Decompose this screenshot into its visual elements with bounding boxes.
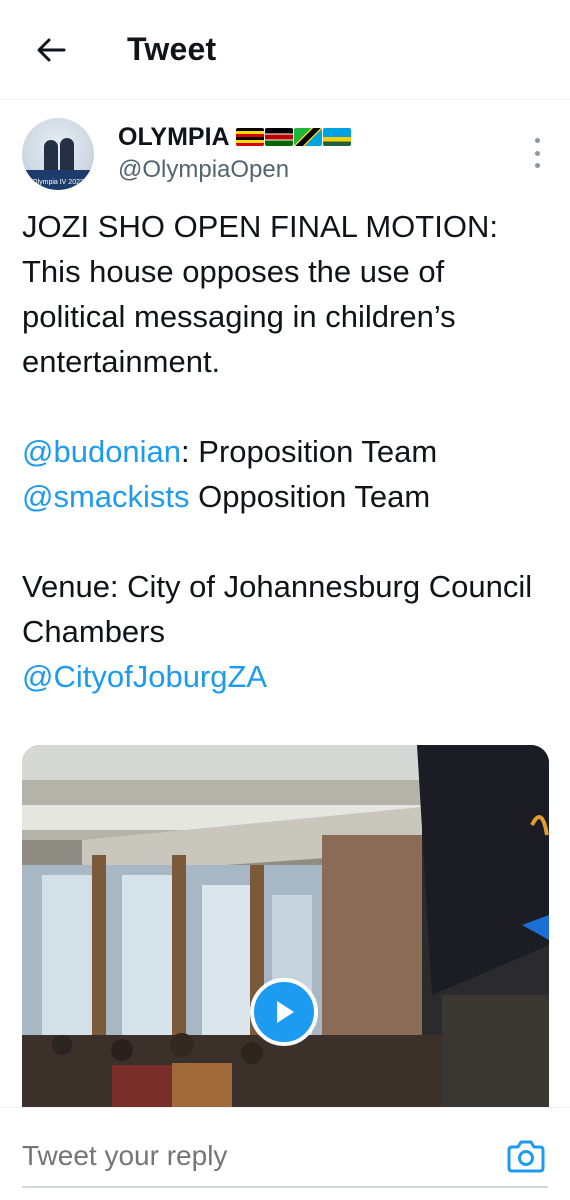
reply-input[interactable]: [22, 1140, 482, 1172]
proposition-label: : Proposition Team: [181, 434, 438, 469]
play-button[interactable]: [250, 978, 318, 1046]
dot-icon: [534, 138, 540, 143]
camera-button[interactable]: [506, 1138, 546, 1174]
tweet-author-row: Olympia IV 2022 OLYMPIA @OlympiaOpen: [22, 118, 548, 190]
user-handle[interactable]: @OlympiaOpen: [118, 156, 351, 184]
more-options-button[interactable]: [532, 138, 542, 168]
opposition-label: Opposition Team: [189, 479, 431, 514]
arrow-left-icon: [37, 38, 66, 61]
avatar-caption: Olympia IV 2022: [32, 179, 84, 186]
rwanda-flag-icon: [322, 128, 351, 146]
page-title: Tweet: [127, 31, 217, 67]
proposition-line: @budonian: Proposition Team: [22, 429, 548, 474]
reply-underline: [22, 1186, 548, 1188]
top-app-bar: Tweet: [0, 0, 570, 100]
kenya-flag-icon: [264, 128, 293, 146]
uganda-flag-icon: [235, 128, 264, 146]
venue-text: Venue: City of Johannesburg Council Cham…: [22, 569, 533, 649]
dot-icon: [534, 163, 540, 168]
camera-icon: [507, 1140, 545, 1173]
dot-icon: [534, 150, 540, 156]
display-name[interactable]: OLYMPIA: [118, 123, 230, 152]
mention-budonian[interactable]: @budonian: [22, 434, 181, 469]
back-button[interactable]: [25, 24, 77, 76]
video-thumbnail[interactable]: [22, 745, 549, 1107]
reply-bar: [0, 1107, 570, 1200]
play-icon: [277, 1001, 294, 1023]
motion-text: JOZI SHO OPEN FINAL MOTION: This house o…: [22, 209, 498, 379]
avatar[interactable]: Olympia IV 2022: [22, 118, 94, 190]
tweet-text: JOZI SHO OPEN FINAL MOTION: This house o…: [22, 204, 548, 699]
venue-scene-image: [22, 745, 549, 1107]
mention-smackists[interactable]: @smackists: [22, 479, 190, 514]
tanzania-flag-icon: [293, 128, 322, 146]
flag-emojis: [235, 128, 351, 146]
mention-cityofjoburgza[interactable]: @CityofJoburgZA: [22, 659, 267, 694]
opposition-line: @smackists Opposition Team: [22, 474, 548, 519]
tweet: Olympia IV 2022 OLYMPIA @OlympiaOpen JOZ…: [22, 118, 548, 699]
